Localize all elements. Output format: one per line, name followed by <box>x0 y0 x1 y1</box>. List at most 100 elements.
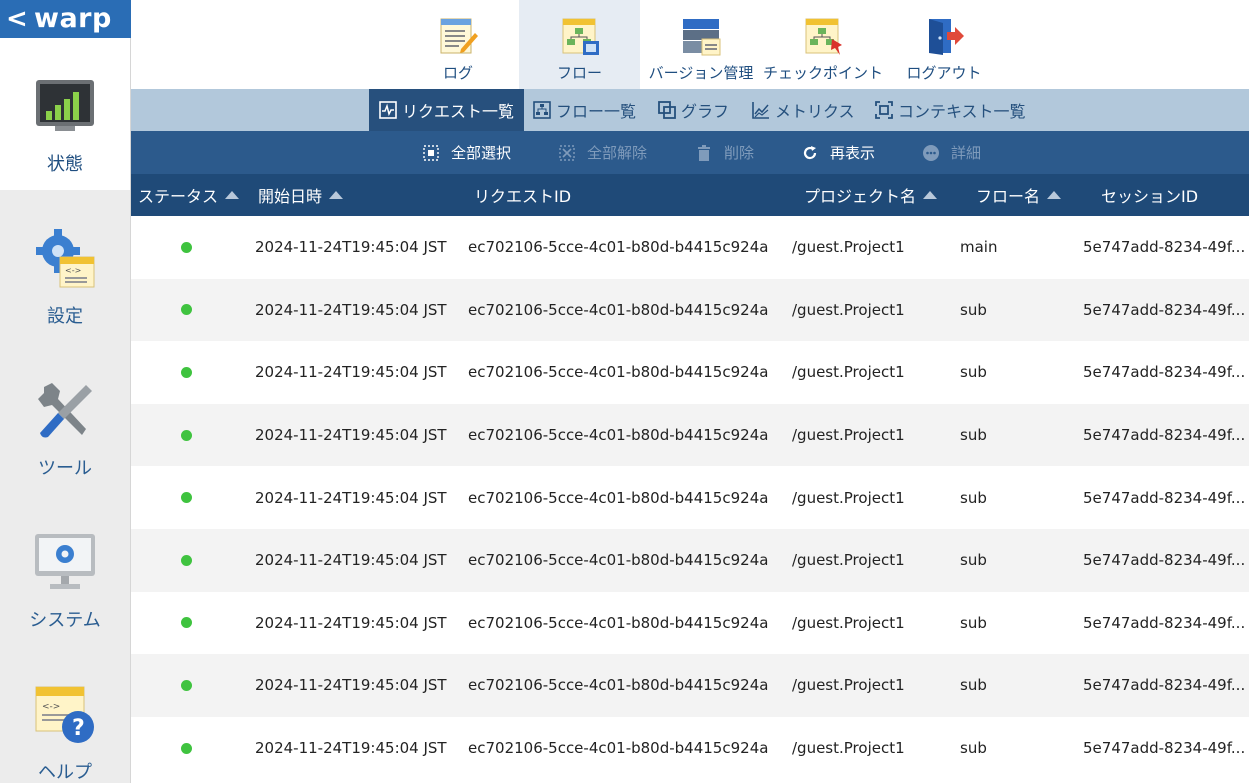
flow-cell: main <box>960 238 998 257</box>
sidebar-item-system[interactable]: システム <box>0 494 130 646</box>
table-row[interactable]: 2024-11-24T19:45:04 JST ec702106-5cce-4c… <box>131 528 1249 592</box>
select-all-icon <box>423 144 439 161</box>
sub-tab-bar: リクエスト一覧 フロー一覧 グラフ メトリクス コンテキスト一覧 <box>131 89 1249 131</box>
flow-list-icon <box>533 101 551 119</box>
request-id-cell: ec702106-5cce-4c01-b80d-b4415c924a18... <box>468 300 768 319</box>
tab-label: グラフ <box>681 102 730 121</box>
sort-ascending-icon <box>923 191 938 199</box>
sidebar-item-tools[interactable]: ツール <box>0 342 130 494</box>
status-ok-indicator <box>181 617 192 629</box>
status-cell <box>181 279 192 342</box>
project-cell: /guest.Project1 <box>792 676 905 695</box>
sidebar-item-label: ヘルプ <box>38 762 92 783</box>
status-ok-indicator <box>181 429 192 441</box>
status-ok-indicator <box>181 492 192 504</box>
detail-button[interactable]: 詳細 <box>923 131 981 174</box>
tab-request-list[interactable]: リクエスト一覧 <box>369 89 525 131</box>
tab-flow-list[interactable]: フロー一覧 <box>523 89 646 131</box>
column-header-start-time[interactable]: 開始日時 <box>258 174 344 216</box>
sidebar: < warp 状態 <-> 設定 ツール システム <-> ? ヘルプ <box>0 0 131 783</box>
start-time-cell: 2024-11-24T19:45:04 JST <box>255 238 447 257</box>
deselect-all-icon <box>559 144 575 161</box>
deselect-all-button[interactable]: 全部解除 <box>559 131 647 174</box>
help-icon: <-> ? <box>33 682 97 746</box>
toolbar-label: バージョン管理 <box>648 64 754 82</box>
status-cell <box>181 466 192 529</box>
request-table-body: 2024-11-24T19:45:04 JST ec702106-5cce-4c… <box>131 216 1249 783</box>
column-header-status[interactable]: ステータス <box>138 174 240 216</box>
project-cell: /guest.Project1 <box>792 363 905 382</box>
start-time-cell: 2024-11-24T19:45:04 JST <box>255 300 447 319</box>
toolbar-logout-button[interactable]: ログアウト <box>884 0 1004 89</box>
action-label: 詳細 <box>951 144 982 162</box>
table-row[interactable]: 2024-11-24T19:45:04 JST ec702106-5cce-4c… <box>131 466 1249 529</box>
session-id-cell: 5e747add-8234-49f... <box>1083 300 1246 319</box>
column-header-label: プロジェクト名 <box>804 187 917 206</box>
table-row[interactable]: 2024-11-24T19:45:04 JST ec702106-5cce-4c… <box>131 654 1249 717</box>
session-id-cell: 5e747add-8234-49f... <box>1083 613 1246 632</box>
status-cell <box>181 592 192 655</box>
toolbar-checkpoint-button[interactable]: チェックポイント <box>762 0 884 89</box>
column-header-flow[interactable]: フロー名 <box>976 174 1062 216</box>
session-id-cell: 5e747add-8234-49f... <box>1083 426 1246 445</box>
status-cell <box>181 404 192 467</box>
toolbar-flow-button[interactable]: フロー <box>519 0 640 89</box>
status-ok-indicator <box>181 679 192 691</box>
select-all-button[interactable]: 全部選択 <box>423 131 511 174</box>
more-dots-icon <box>923 144 939 161</box>
sort-ascending-icon <box>329 191 344 199</box>
toolbar-log-button[interactable]: ログ <box>397 0 519 89</box>
delete-button[interactable]: 削除 <box>696 131 754 174</box>
sidebar-item-label: ツール <box>38 458 92 479</box>
checkpoint-pin-icon <box>801 14 845 58</box>
tab-context-list[interactable]: コンテキスト一覧 <box>865 89 1036 131</box>
request-id-cell: ec702106-5cce-4c01-b80d-b4415c924a18... <box>468 739 768 758</box>
table-header: ステータス 開始日時 リクエストID プロジェクト名 フロー名 セッションID <box>131 174 1249 216</box>
column-header-project[interactable]: プロジェクト名 <box>804 174 938 216</box>
status-ok-indicator <box>181 366 192 378</box>
back-icon[interactable]: < <box>6 0 28 38</box>
request-id-cell: ec702106-5cce-4c01-b80d-b4415c924a18... <box>468 676 768 695</box>
table-row[interactable]: 2024-11-24T19:45:04 JST ec702106-5cce-4c… <box>131 592 1249 655</box>
request-id-cell: ec702106-5cce-4c01-b80d-b4415c924a18... <box>468 551 768 570</box>
project-cell: /guest.Project1 <box>792 488 905 507</box>
toolbar-version-button[interactable]: バージョン管理 <box>640 0 762 89</box>
sidebar-item-help[interactable]: <-> ? ヘルプ <box>0 646 130 783</box>
svg-text:<->: <-> <box>42 702 60 712</box>
start-time-cell: 2024-11-24T19:45:04 JST <box>255 739 447 758</box>
session-id-cell: 5e747add-8234-49f... <box>1083 739 1246 758</box>
column-header-session-id[interactable]: セッションID <box>1101 174 1198 216</box>
table-row[interactable]: 2024-11-24T19:45:04 JST ec702106-5cce-4c… <box>131 403 1249 467</box>
project-cell: /guest.Project1 <box>792 739 905 758</box>
status-ok-indicator <box>181 742 192 754</box>
table-row[interactable]: 2024-11-24T19:45:04 JST ec702106-5cce-4c… <box>131 278 1249 342</box>
table-row[interactable]: 2024-11-24T19:45:04 JST ec702106-5cce-4c… <box>131 717 1249 780</box>
sidebar-item-label: 設定 <box>47 306 83 327</box>
session-id-cell: 5e747add-8234-49f... <box>1083 363 1246 382</box>
tab-label: リクエスト一覧 <box>402 102 515 121</box>
tab-metrics[interactable]: メトリクス <box>742 89 865 131</box>
brand-bar[interactable]: < warp <box>0 0 131 38</box>
tab-graph[interactable]: グラフ <box>648 89 739 131</box>
column-header-request-id[interactable]: リクエストID <box>474 174 571 216</box>
refresh-button[interactable]: 再表示 <box>802 131 875 174</box>
graph-icon <box>658 101 676 119</box>
table-row[interactable]: 2024-11-24T19:45:04 JST ec702106-5cce-4c… <box>131 216 1249 279</box>
flow-cell: sub <box>960 488 987 507</box>
sidebar-item-label: 状態 <box>47 154 83 175</box>
flow-cell: sub <box>960 426 987 445</box>
table-row[interactable]: 2024-11-24T19:45:04 JST ec702106-5cce-4c… <box>131 341 1249 404</box>
column-header-label: セッションID <box>1101 187 1199 206</box>
project-cell: /guest.Project1 <box>792 300 905 319</box>
flow-cell: sub <box>960 363 987 382</box>
sidebar-item-settings[interactable]: <-> 設定 <box>0 190 130 342</box>
status-cell <box>181 529 192 592</box>
sidebar-item-status[interactable]: 状態 <box>0 38 130 190</box>
start-time-cell: 2024-11-24T19:45:04 JST <box>255 363 447 382</box>
start-time-cell: 2024-11-24T19:45:04 JST <box>255 613 447 632</box>
action-label: 全部解除 <box>587 144 648 162</box>
flow-cell: sub <box>960 613 987 632</box>
settings-gear-icon: <-> <box>33 226 97 290</box>
toolbar-label: フロー <box>556 64 602 82</box>
request-id-cell: ec702106-5cce-4c01-b80d-b4415c924a18... <box>468 426 768 445</box>
